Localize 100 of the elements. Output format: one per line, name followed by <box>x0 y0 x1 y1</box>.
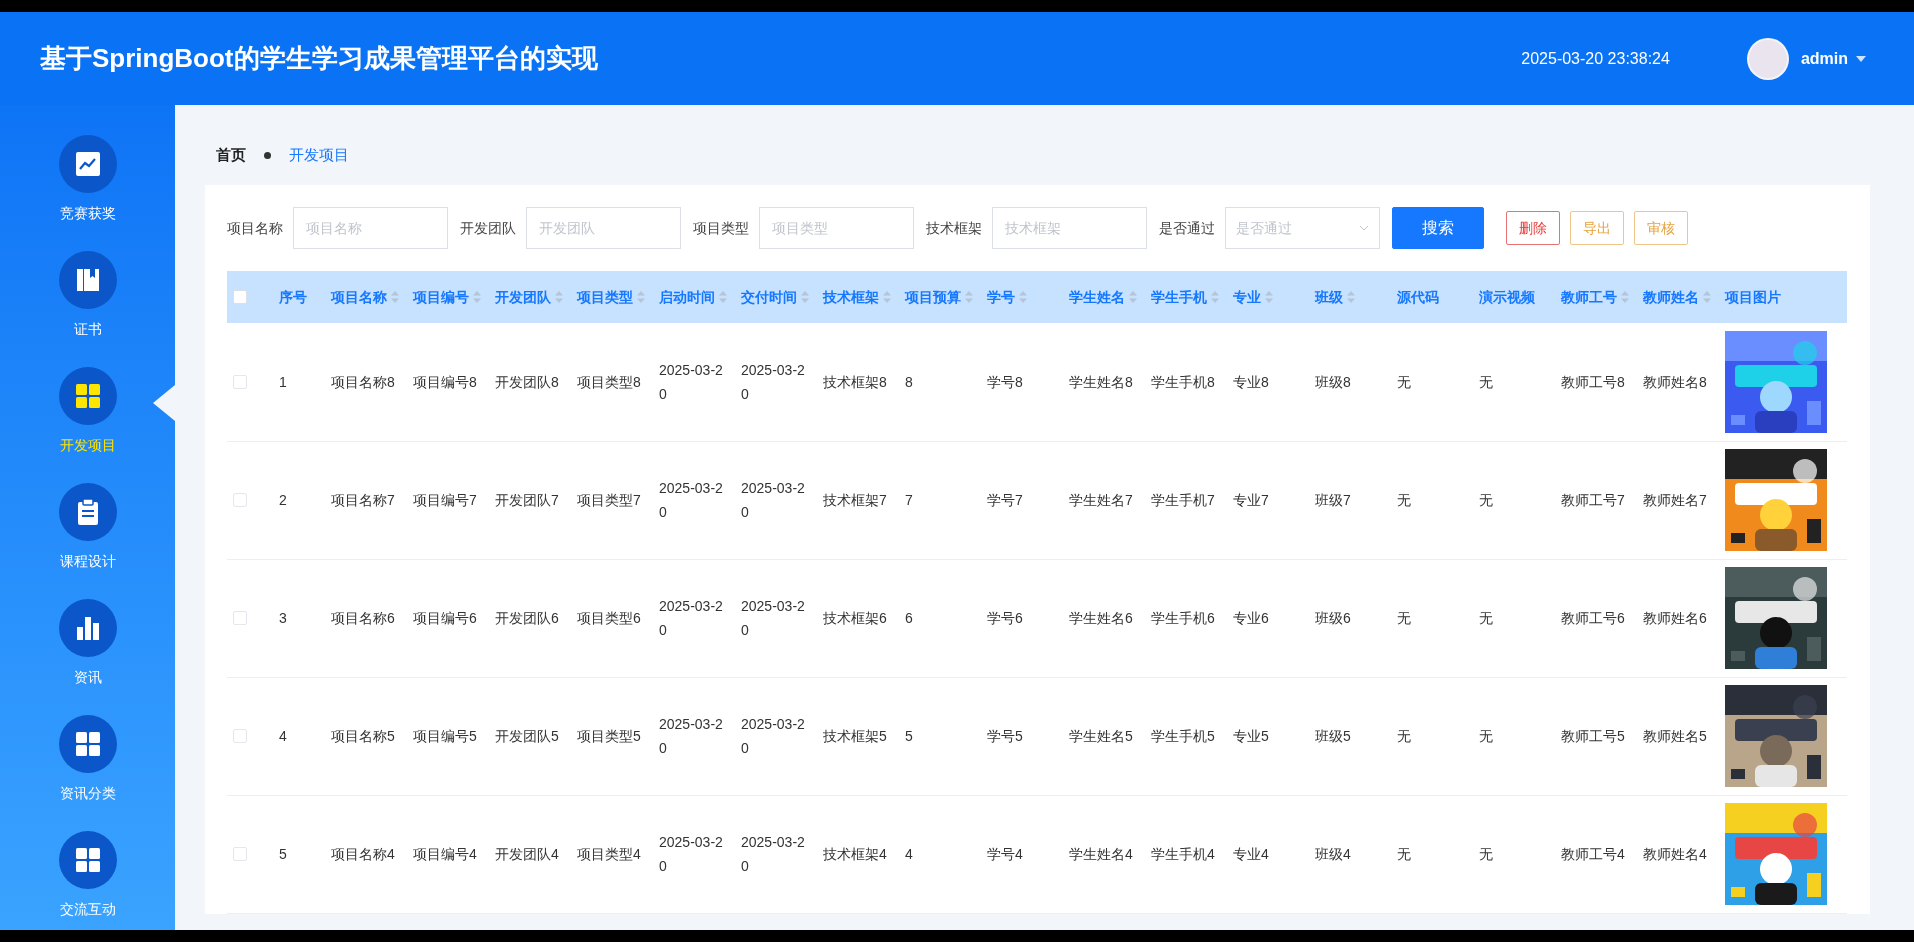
table-cell-text: 项目名称6 <box>331 609 396 628</box>
table-cell-text: 2025-03-20 <box>659 479 724 522</box>
search-button[interactable]: 搜索 <box>1392 207 1484 249</box>
column-header[interactable]: 项目类型 <box>577 286 633 308</box>
table-cell-text: 5 <box>905 727 914 746</box>
bar-chart-icon <box>74 615 101 641</box>
breadcrumb-item[interactable]: 开发项目 <box>289 143 349 167</box>
sort-icon[interactable] <box>391 291 399 303</box>
table-cell-text: 2025-03-20 <box>659 833 724 876</box>
action-button[interactable]: 审核 <box>1634 211 1688 245</box>
table-cell-text: 2025-03-20 <box>659 360 724 404</box>
table-cell-text: 教师姓名6 <box>1643 609 1708 628</box>
breadcrumb-item[interactable]: 首页 <box>216 143 246 167</box>
table-cell-text: 2025-03-20 <box>741 715 806 758</box>
table-cell-text: 2025-03-20 <box>659 715 724 758</box>
sort-icon[interactable] <box>1347 291 1355 303</box>
user-name[interactable]: admin <box>1800 46 1848 71</box>
column-header[interactable]: 专业 <box>1233 286 1261 308</box>
table-cell-text: 项目编号8 <box>413 372 478 392</box>
caret-icon[interactable] <box>1856 55 1866 62</box>
sort-icon[interactable] <box>1265 291 1273 303</box>
row-checkbox[interactable] <box>233 374 247 389</box>
search-field[interactable]: 技术框架 <box>992 207 1147 249</box>
sort-icon[interactable] <box>473 291 481 303</box>
table-cell-text: 班级5 <box>1315 727 1352 746</box>
sidebar-item[interactable]: 资讯 <box>0 599 175 715</box>
sidebar-item[interactable]: 课程设计 <box>0 483 175 599</box>
column-header[interactable]: 技术框架 <box>823 286 879 308</box>
sort-icon[interactable] <box>965 291 973 303</box>
sort-icon[interactable] <box>1129 291 1137 303</box>
sidebar-item[interactable]: 证书 <box>0 251 175 367</box>
table-cell-text: 开发团队6 <box>495 609 560 628</box>
app-title: 基于SpringBoot的学生学习成果管理平台的实现 <box>40 42 598 75</box>
action-button[interactable]: 删除 <box>1506 211 1560 245</box>
table-cell-text: 4 <box>905 845 914 864</box>
table-cell-text: 2025-03-20 <box>741 479 806 522</box>
sort-icon[interactable] <box>1703 291 1711 303</box>
table-cell-text: 2025-03-20 <box>741 360 806 404</box>
table-cell-text: 项目名称8 <box>331 372 396 392</box>
table-cell-text: 专业5 <box>1233 727 1270 746</box>
search-field[interactable]: 开发团队 <box>526 207 681 249</box>
column-header[interactable]: 项目预算 <box>905 286 961 308</box>
filter-label: 项目类型 <box>693 218 749 238</box>
table-cell-text: 技术框架7 <box>823 491 888 510</box>
avatar[interactable] <box>1746 37 1789 80</box>
action-button[interactable]: 导出 <box>1570 211 1624 245</box>
row-checkbox[interactable] <box>233 611 247 625</box>
column-header[interactable]: 项目名称 <box>331 286 387 308</box>
sort-icon[interactable] <box>1019 291 1027 303</box>
row-checkbox[interactable] <box>233 493 247 507</box>
table-cell-text: 学生手机7 <box>1151 491 1216 510</box>
row-checkbox[interactable] <box>233 847 247 861</box>
filter-label: 开发团队 <box>460 218 516 238</box>
sort-icon[interactable] <box>801 291 809 303</box>
column-header[interactable]: 项目编号 <box>413 286 469 308</box>
table-cell-text: 项目类型8 <box>577 372 642 392</box>
grid-icon <box>74 847 101 873</box>
table-cell-text: 1 <box>279 372 288 392</box>
sort-icon[interactable] <box>637 291 645 303</box>
table-cell-text: 无 <box>1397 727 1412 746</box>
sort-icon[interactable] <box>1621 291 1629 303</box>
table-cell-text: 无 <box>1479 727 1494 746</box>
column-header[interactable]: 教师工号 <box>1561 286 1617 308</box>
table-cell-text: 7 <box>905 491 914 510</box>
column-header[interactable]: 源代码 <box>1397 286 1439 308</box>
sort-icon[interactable] <box>555 291 563 303</box>
sort-icon[interactable] <box>719 291 727 303</box>
column-header[interactable]: 学生姓名 <box>1069 286 1125 308</box>
table-cell-text: 开发团队7 <box>495 491 560 510</box>
column-header[interactable]: 班级 <box>1315 286 1343 308</box>
column-header[interactable]: 学生手机 <box>1151 286 1207 308</box>
table-cell-text: 班级6 <box>1315 609 1352 628</box>
sidebar-item[interactable]: 交流互动 <box>0 831 175 930</box>
table-cell-text: 项目编号6 <box>413 609 478 628</box>
column-header[interactable]: 序号 <box>279 286 307 308</box>
column-header[interactable]: 项目图片 <box>1725 286 1781 308</box>
select-all-checkbox[interactable] <box>233 290 247 304</box>
sidebar-item[interactable]: 竞赛获奖 <box>0 135 175 251</box>
column-header[interactable]: 开发团队 <box>495 286 551 308</box>
date-time: 2025-03-20 23:38:24 <box>1521 48 1670 69</box>
search-field[interactable]: 项目名称 <box>293 207 448 249</box>
sort-icon[interactable] <box>1211 291 1219 303</box>
line-chart-icon <box>74 151 101 177</box>
sort-icon[interactable] <box>883 291 891 303</box>
table-cell-text: 4 <box>279 727 288 746</box>
row-checkbox[interactable] <box>233 729 247 743</box>
table-cell-text: 项目编号7 <box>413 491 478 510</box>
column-header[interactable]: 教师姓名 <box>1643 286 1699 308</box>
select-field[interactable]: 是否通过 <box>1225 207 1380 249</box>
sidebar-item[interactable]: 资讯分类 <box>0 715 175 831</box>
table-cell-text: 学生姓名5 <box>1069 727 1134 746</box>
search-field[interactable]: 项目类型 <box>759 207 914 249</box>
column-header[interactable]: 启动时间 <box>659 286 715 308</box>
table-cell-text: 学号6 <box>987 609 1024 628</box>
breadcrumb-separator <box>264 151 271 159</box>
table-cell-text: 无 <box>1479 491 1494 510</box>
column-header[interactable]: 学号 <box>987 286 1015 308</box>
table-cell-text: 无 <box>1397 845 1412 864</box>
column-header[interactable]: 交付时间 <box>741 286 797 308</box>
column-header[interactable]: 演示视频 <box>1479 286 1535 308</box>
